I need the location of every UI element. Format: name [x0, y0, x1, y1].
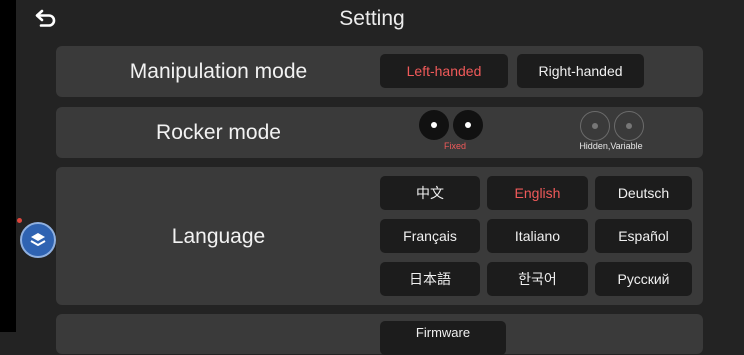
layers-icon [30, 233, 46, 246]
lang-russian-button[interactable]: Русский [595, 262, 692, 296]
header: Setting [0, 0, 744, 40]
joystick-icon [453, 110, 483, 140]
firmware-button[interactable]: Firmware [380, 321, 506, 355]
joystick-outline-icon [580, 111, 610, 141]
rocker-panel: Rocker mode Fixed Hidden,Variable [56, 107, 703, 158]
page-title: Setting [339, 7, 405, 30]
firmware-panel: Firmware [56, 314, 703, 355]
rocker-fixed-caption: Fixed [443, 141, 466, 151]
rocker-label: Rocker mode [156, 121, 281, 144]
rocker-fixed-option[interactable] [419, 110, 483, 140]
right-handed-button[interactable]: Right-handed [517, 54, 644, 88]
lang-japanese-button[interactable]: 日本語 [380, 262, 480, 296]
joystick-icon [419, 110, 449, 140]
notification-dot [17, 218, 22, 223]
language-panel: Language 中文 English Deutsch Français Ita… [56, 167, 703, 305]
rocker-hidden-caption: Hidden,Variable [579, 141, 643, 151]
manipulation-label: Manipulation mode [129, 60, 308, 83]
lang-french-button[interactable]: Français [380, 219, 480, 253]
lang-korean-button[interactable]: 한국어 [487, 262, 588, 296]
lang-english-button[interactable]: English [487, 176, 588, 210]
floating-menu-button[interactable] [20, 222, 56, 258]
lang-italian-button[interactable]: Italiano [487, 219, 588, 253]
lang-spanish-button[interactable]: Español [595, 219, 692, 253]
lang-chinese-button[interactable]: 中文 [380, 176, 480, 210]
language-label: Language [171, 225, 266, 248]
rocker-hidden-option[interactable] [580, 111, 644, 141]
left-edge [0, 0, 16, 332]
left-handed-button[interactable]: Left-handed [380, 54, 508, 88]
joystick-outline-icon [614, 111, 644, 141]
manipulation-panel: Manipulation mode Left-handed Right-hand… [56, 46, 703, 97]
lang-german-button[interactable]: Deutsch [595, 176, 692, 210]
